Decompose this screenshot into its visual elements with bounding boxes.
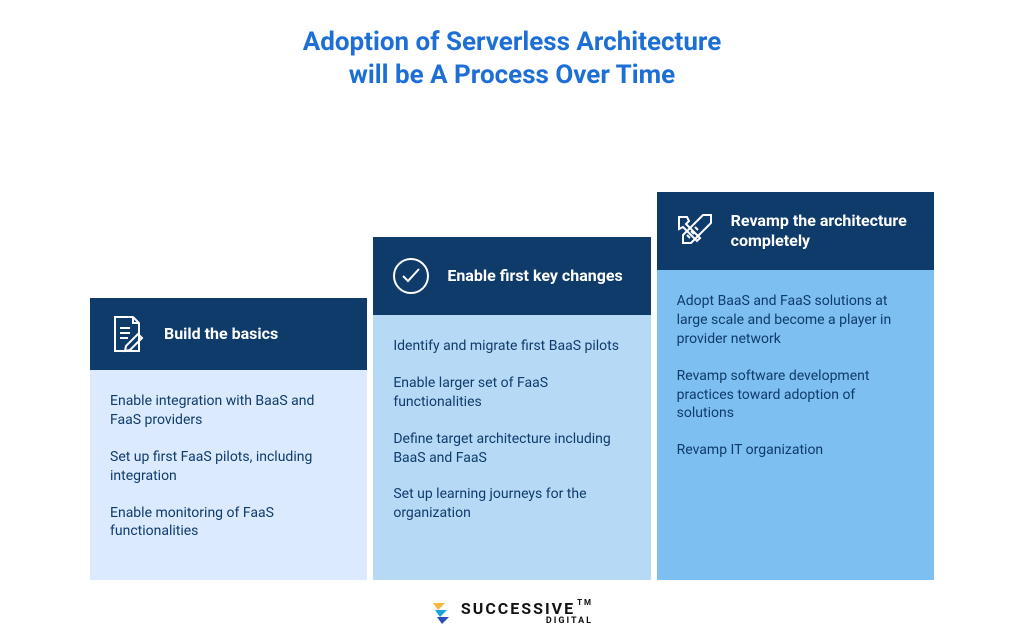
step-3-label: Revamp the architecture completely — [731, 211, 916, 251]
step-1-body: Enable integration with BaaS and FaaS pr… — [90, 370, 367, 580]
step-1-label: Build the basics — [164, 324, 278, 344]
step-2: Enable first key changes Identify and mi… — [373, 237, 650, 580]
step-2-body: Identify and migrate first BaaS pilots E… — [373, 315, 650, 580]
brand-mark-icon — [431, 600, 453, 626]
step-1-header: Build the basics — [90, 298, 367, 370]
list-item: Enable integration with BaaS and FaaS pr… — [110, 392, 347, 430]
title-line-1: Adoption of Serverless Architecture — [303, 27, 722, 57]
title-line-2: will be A Process Over Time — [349, 60, 675, 90]
list-item: Revamp software development practices to… — [677, 367, 914, 424]
brand-tm: TM — [577, 598, 593, 607]
list-item: Enable larger set of FaaS functionalitie… — [393, 374, 630, 412]
brand-text: SUCCESSIVE TM DIGITAL — [461, 599, 593, 626]
list-item: Set up first FaaS pilots, including inte… — [110, 448, 347, 486]
list-item: Enable monitoring of FaaS functionalitie… — [110, 504, 347, 542]
brand-logo: SUCCESSIVE TM DIGITAL — [431, 599, 593, 626]
list-item: Set up learning journeys for the organiz… — [393, 485, 630, 523]
step-3-header: Revamp the architecture completely — [657, 192, 934, 270]
document-pencil-icon — [106, 312, 150, 356]
staircase-diagram: Build the basics Enable integration with… — [0, 192, 1024, 580]
footer: SUCCESSIVE TM DIGITAL — [0, 599, 1024, 626]
step-3-body: Adopt BaaS and FaaS solutions at large s… — [657, 270, 934, 580]
step-2-label: Enable first key changes — [447, 266, 622, 286]
list-item: Adopt BaaS and FaaS solutions at large s… — [677, 292, 914, 349]
list-item: Define target architecture including Baa… — [393, 430, 630, 468]
page-title: Adoption of Serverless Architecture will… — [0, 0, 1024, 91]
list-item: Identify and migrate first BaaS pilots — [393, 337, 630, 356]
step-1: Build the basics Enable integration with… — [90, 298, 367, 580]
list-item: Revamp IT organization — [677, 441, 914, 460]
hammer-ruler-icon — [673, 209, 717, 253]
step-2-header: Enable first key changes — [373, 237, 650, 315]
step-3: Revamp the architecture completely Adopt… — [657, 192, 934, 580]
circle-check-icon — [389, 254, 433, 298]
